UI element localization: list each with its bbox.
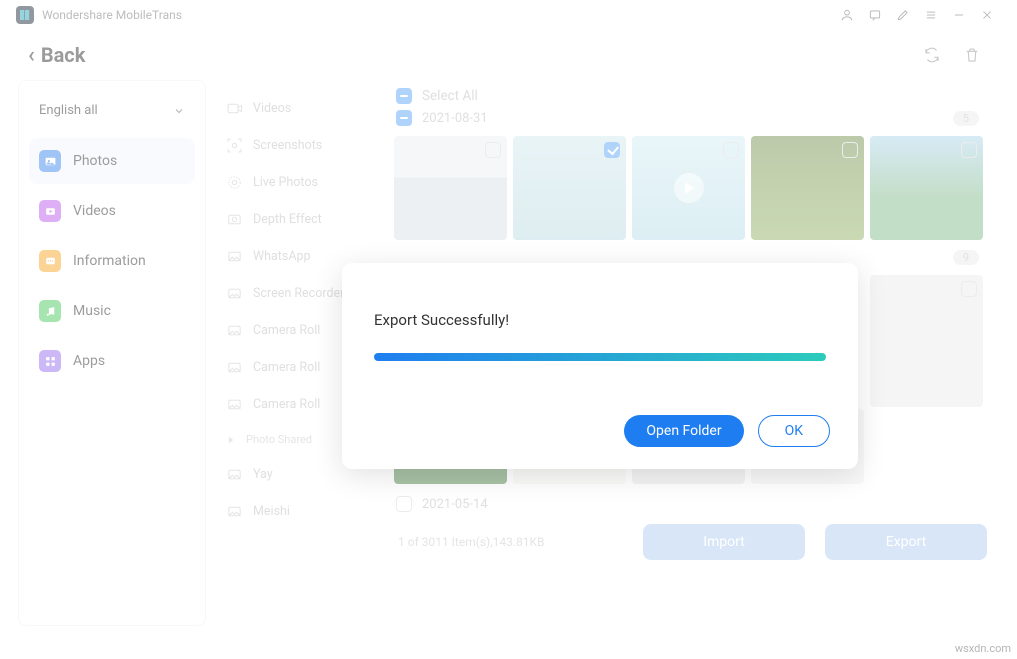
select-all-label: Select All bbox=[422, 88, 478, 104]
videos-icon bbox=[39, 200, 61, 222]
nav-item-information[interactable]: Information bbox=[29, 238, 195, 284]
nav-item-label: Music bbox=[73, 303, 111, 319]
category-meishi[interactable]: Meishi bbox=[222, 493, 380, 530]
photo-thumbnail[interactable] bbox=[394, 136, 507, 240]
language-label: English all bbox=[39, 103, 98, 118]
nav-item-music[interactable]: Music bbox=[29, 288, 195, 334]
select-all-checkbox[interactable] bbox=[396, 88, 412, 104]
export-button[interactable]: Export bbox=[825, 524, 987, 560]
back-button[interactable]: ‹ Back bbox=[28, 43, 85, 68]
content-footer: 1 of 3011 Item(s),143.81KB Import Export bbox=[394, 514, 991, 560]
select-all-row[interactable]: Select All bbox=[394, 88, 991, 104]
thumb-checkbox[interactable] bbox=[961, 142, 977, 158]
photo-thumbnail[interactable] bbox=[513, 136, 626, 240]
feedback-icon[interactable] bbox=[861, 1, 889, 29]
app-logo-icon bbox=[16, 6, 34, 24]
thumbnail-row bbox=[394, 136, 991, 240]
delete-button[interactable] bbox=[955, 38, 989, 72]
nav-item-apps[interactable]: Apps bbox=[29, 338, 195, 384]
minimize-icon[interactable] bbox=[945, 1, 973, 29]
export-success-modal: Export Successfully! Open Folder OK bbox=[342, 263, 858, 469]
date-group-row[interactable]: 2021-05-14 bbox=[394, 488, 991, 514]
language-selector[interactable]: English all bbox=[29, 95, 195, 134]
app-title: Wondershare MobileTrans bbox=[42, 8, 182, 22]
date-group-row[interactable]: 2021-08-31 5 bbox=[394, 104, 991, 132]
apps-icon bbox=[39, 350, 61, 372]
category-depth-effect[interactable]: Depth Effect bbox=[222, 201, 380, 238]
modal-title: Export Successfully! bbox=[374, 311, 826, 329]
ok-button[interactable]: OK bbox=[758, 415, 830, 447]
group-checkbox[interactable] bbox=[396, 496, 412, 512]
thumb-checkbox[interactable] bbox=[961, 281, 977, 297]
sidebar-nav: English all Photos Videos Information Mu… bbox=[18, 80, 206, 626]
back-label: Back bbox=[41, 43, 86, 67]
progress-bar bbox=[374, 353, 826, 361]
modal-actions: Open Folder OK bbox=[624, 415, 830, 447]
category-screenshots[interactable]: Screenshots bbox=[222, 127, 380, 164]
chevron-left-icon: ‹ bbox=[28, 43, 35, 68]
nav-item-label: Videos bbox=[73, 203, 116, 219]
title-bar: Wondershare MobileTrans bbox=[0, 0, 1017, 30]
nav-item-label: Information bbox=[73, 253, 146, 269]
thumb-checkbox[interactable] bbox=[604, 142, 620, 158]
thumb-checkbox[interactable] bbox=[723, 142, 739, 158]
music-icon bbox=[39, 300, 61, 322]
photo-thumbnail[interactable] bbox=[751, 136, 864, 240]
thumb-checkbox[interactable] bbox=[842, 142, 858, 158]
edit-icon[interactable] bbox=[889, 1, 917, 29]
watermark: wsxdn.com bbox=[955, 642, 1011, 655]
nav-item-videos[interactable]: Videos bbox=[29, 188, 195, 234]
group-count: 5 bbox=[953, 111, 979, 126]
chevron-down-icon bbox=[173, 105, 185, 117]
import-button[interactable]: Import bbox=[643, 524, 805, 560]
nav-item-label: Photos bbox=[73, 153, 117, 169]
group-date: 2021-08-31 bbox=[422, 111, 488, 126]
information-icon bbox=[39, 250, 61, 272]
category-videos[interactable]: Videos bbox=[222, 90, 380, 127]
open-folder-button[interactable]: Open Folder bbox=[624, 415, 743, 447]
account-icon[interactable] bbox=[833, 1, 861, 29]
nav-item-photos[interactable]: Photos bbox=[29, 138, 195, 184]
close-icon[interactable] bbox=[973, 1, 1001, 29]
group-count: 9 bbox=[953, 250, 979, 265]
category-live-photos[interactable]: Live Photos bbox=[222, 164, 380, 201]
video-thumbnail[interactable] bbox=[632, 136, 745, 240]
header-row: ‹ Back bbox=[0, 30, 1017, 80]
menu-icon[interactable] bbox=[917, 1, 945, 29]
group-checkbox[interactable] bbox=[396, 110, 412, 126]
nav-item-label: Apps bbox=[73, 353, 105, 369]
group-date: 2021-05-14 bbox=[422, 497, 488, 512]
thumb-checkbox[interactable] bbox=[485, 142, 501, 158]
photos-icon bbox=[39, 150, 61, 172]
photo-thumbnail[interactable] bbox=[870, 136, 983, 240]
refresh-button[interactable] bbox=[915, 38, 949, 72]
photo-thumbnail[interactable] bbox=[870, 275, 983, 407]
status-text: 1 of 3011 Item(s),143.81KB bbox=[398, 535, 544, 549]
play-icon bbox=[674, 173, 704, 203]
